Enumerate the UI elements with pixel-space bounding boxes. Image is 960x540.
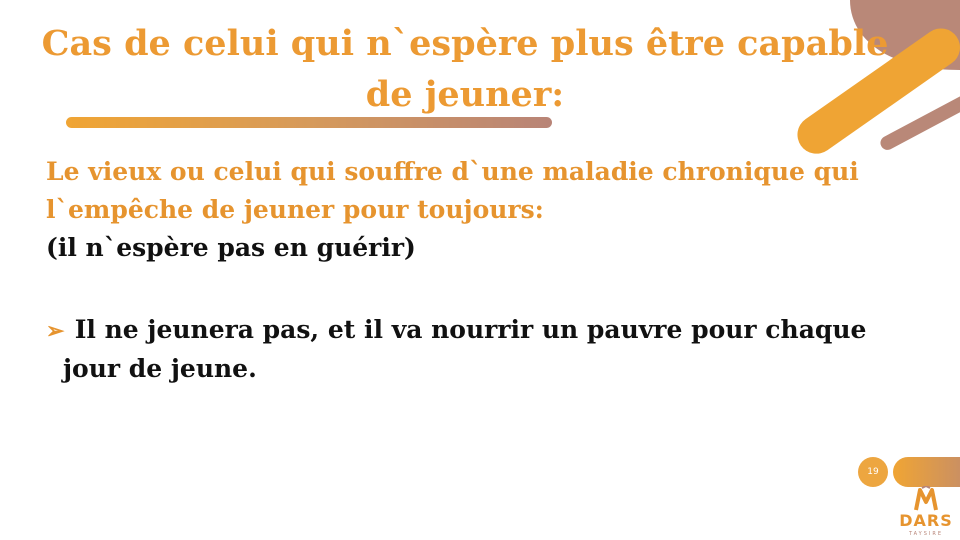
page-number-badge: 19 bbox=[858, 457, 888, 487]
logo-mark-icon bbox=[914, 486, 938, 511]
page-number-tab bbox=[893, 457, 960, 487]
dars-logo: DARS TAYSIRE bbox=[896, 486, 956, 538]
intro-note: (il n`espère pas en guérir) bbox=[46, 233, 416, 262]
logo-subtext: TAYSIRE bbox=[908, 531, 944, 537]
intro-line-1: Le vieux ou celui qui souffre d`une mala… bbox=[46, 157, 859, 186]
bullet-item: ➢ Il ne jeunera pas, et il va nourrir un… bbox=[46, 311, 926, 388]
bullet-text-line-2: jour de jeune. bbox=[63, 354, 257, 383]
bullet-text-line-1: Il ne jeunera pas, et il va nourrir un p… bbox=[74, 315, 867, 344]
slide-body: Le vieux ou celui qui souffre d`une mala… bbox=[46, 153, 926, 267]
intro-line-2: l`empêche de jeuner pour toujours: bbox=[46, 195, 544, 224]
slide-title: Cas de celui qui n`espère plus être capa… bbox=[41, 23, 889, 115]
title-underline bbox=[66, 117, 552, 128]
logo-text: DARS bbox=[899, 511, 953, 530]
arrow-bullet-icon: ➢ bbox=[46, 318, 65, 344]
